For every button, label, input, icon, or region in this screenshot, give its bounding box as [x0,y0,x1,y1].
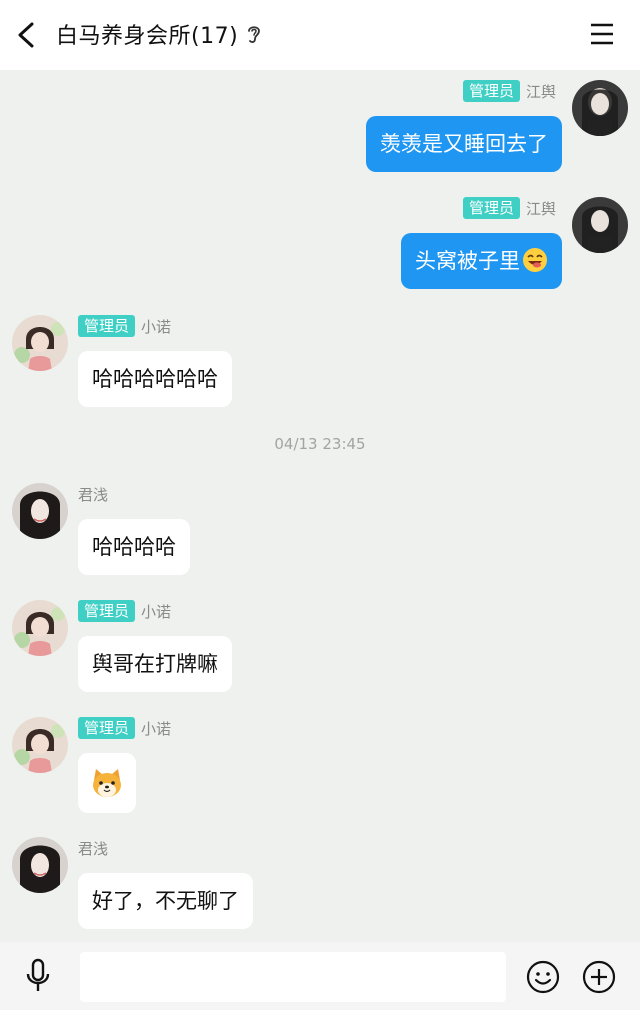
chat-app: 白马养身会所(17) 管理员 江舆 羡羡是又睡回去了 管理员 江舆 头窝被子里 … [0,0,640,1010]
admin-badge: 管理员 [462,80,520,102]
message-meta: 管理员 小诺 [78,315,171,337]
sender-name: 江舆 [525,199,556,218]
message-meta: 管理员 江舆 [462,80,556,102]
input-bar [0,942,640,1010]
message-text: 头窝被子里 [415,249,520,273]
message-bubble[interactable]: 舆哥在打牌嘛 [78,636,232,692]
avatar[interactable] [12,315,68,371]
title-wrap: 白马养身会所(17) [56,18,262,50]
laughing-emoji-icon [523,248,547,272]
avatar[interactable] [12,483,68,539]
ear-icon [248,26,261,43]
admin-badge: 管理员 [462,197,520,219]
avatar[interactable] [572,80,628,136]
message-meta: 管理员 小诺 [78,600,171,622]
message-bubble[interactable]: 哈哈哈哈 [78,519,190,575]
timestamp: 04/13 23:45 [274,435,366,453]
page-title: 白马养身会所(17) [56,24,239,49]
menu-icon[interactable] [590,22,614,46]
smiley-icon[interactable] [526,960,560,994]
admin-badge: 管理员 [78,600,136,622]
sender-name: 小诺 [141,602,172,621]
dog-emoji-icon [93,769,121,797]
admin-badge: 管理员 [78,315,136,337]
sender-name: 江舆 [525,82,556,101]
sender-name: 小诺 [141,719,172,738]
chat-area[interactable]: 管理员 江舆 羡羡是又睡回去了 管理员 江舆 头窝被子里 管理员 小诺 哈哈哈哈… [0,70,640,942]
message-meta: 管理员 江舆 [462,197,556,219]
message-bubble[interactable]: 羡羡是又睡回去了 [366,116,562,172]
sender-name: 君浅 [78,485,109,504]
avatar[interactable] [12,837,68,893]
message-meta: 君浅 [78,837,108,859]
avatar[interactable] [12,717,68,773]
header: 白马养身会所(17) [0,0,640,70]
microphone-icon[interactable] [24,958,52,994]
sender-name: 小诺 [141,317,172,336]
plus-circle-icon[interactable] [582,960,616,994]
message-bubble[interactable]: 好了，不无聊了 [78,873,253,929]
chevron-left-icon[interactable] [14,20,42,50]
message-bubble[interactable]: 哈哈哈哈哈哈 [78,351,232,407]
avatar[interactable] [572,197,628,253]
message-meta: 管理员 小诺 [78,717,171,739]
admin-badge: 管理员 [78,717,136,739]
sender-name: 君浅 [78,839,109,858]
message-bubble[interactable] [78,753,136,813]
message-meta: 君浅 [78,483,108,505]
message-bubble[interactable]: 头窝被子里 [401,233,562,289]
message-input[interactable] [80,952,506,1002]
avatar[interactable] [12,600,68,656]
